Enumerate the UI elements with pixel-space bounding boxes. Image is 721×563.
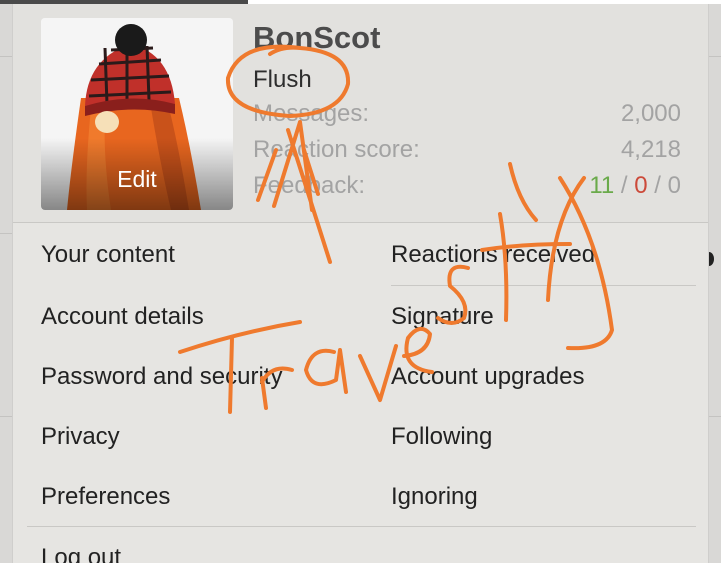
stat-value: 2,000 [620,100,681,127]
feedback-separator: / [654,172,661,199]
avatar-edit-label[interactable]: Edit [41,166,233,193]
menu-reactions-received[interactable]: Reactions received [391,241,595,269]
menu-signature[interactable]: Signature [391,303,494,331]
background-divider [709,416,721,417]
stat-value: 4,218 [620,136,681,163]
stat-reaction-score: Reaction score: 4,218 [253,136,681,166]
menu-privacy[interactable]: Privacy [41,423,120,451]
menu-account-details[interactable]: Account details [41,303,204,331]
avatar-edit-overlay[interactable]: Edit [41,138,233,210]
account-menu: Edit BonScot Flush Messages: 2,000 React… [12,4,709,563]
feedback-positive[interactable]: 11 [589,172,614,199]
menu-account-upgrades[interactable]: Account upgrades [391,363,584,391]
menu-following[interactable]: Following [391,423,492,451]
menu-password-security[interactable]: Password and security [41,363,282,391]
feedback-negative[interactable]: 0 [634,172,647,199]
background-divider [0,56,12,57]
feedback-values: 11 / 0 / 0 [589,172,681,200]
menu-log-out[interactable]: Log out [41,544,121,563]
user-title: Flush [253,66,312,93]
background-divider [0,416,12,417]
menu-divider [391,285,696,286]
background-divider [0,233,12,234]
menu-your-content[interactable]: Your content [41,241,175,269]
stat-messages: Messages: 2,000 [253,100,681,130]
stat-label: Messages: [253,100,370,127]
menu-ignoring[interactable]: Ignoring [391,483,478,511]
avatar[interactable]: Edit [41,18,233,210]
stat-feedback: Feedback: 11 / 0 / 0 [253,172,681,202]
feedback-separator: / [620,172,628,199]
account-menu-header: Edit BonScot Flush Messages: 2,000 React… [13,4,708,223]
username[interactable]: BonScot [253,20,380,56]
menu-divider [27,526,696,527]
menu-preferences[interactable]: Preferences [41,483,170,511]
stat-label: Reaction score: [253,136,420,163]
stat-label: Feedback: [253,172,366,199]
background-divider [709,56,721,57]
feedback-neutral[interactable]: 0 [668,172,681,199]
